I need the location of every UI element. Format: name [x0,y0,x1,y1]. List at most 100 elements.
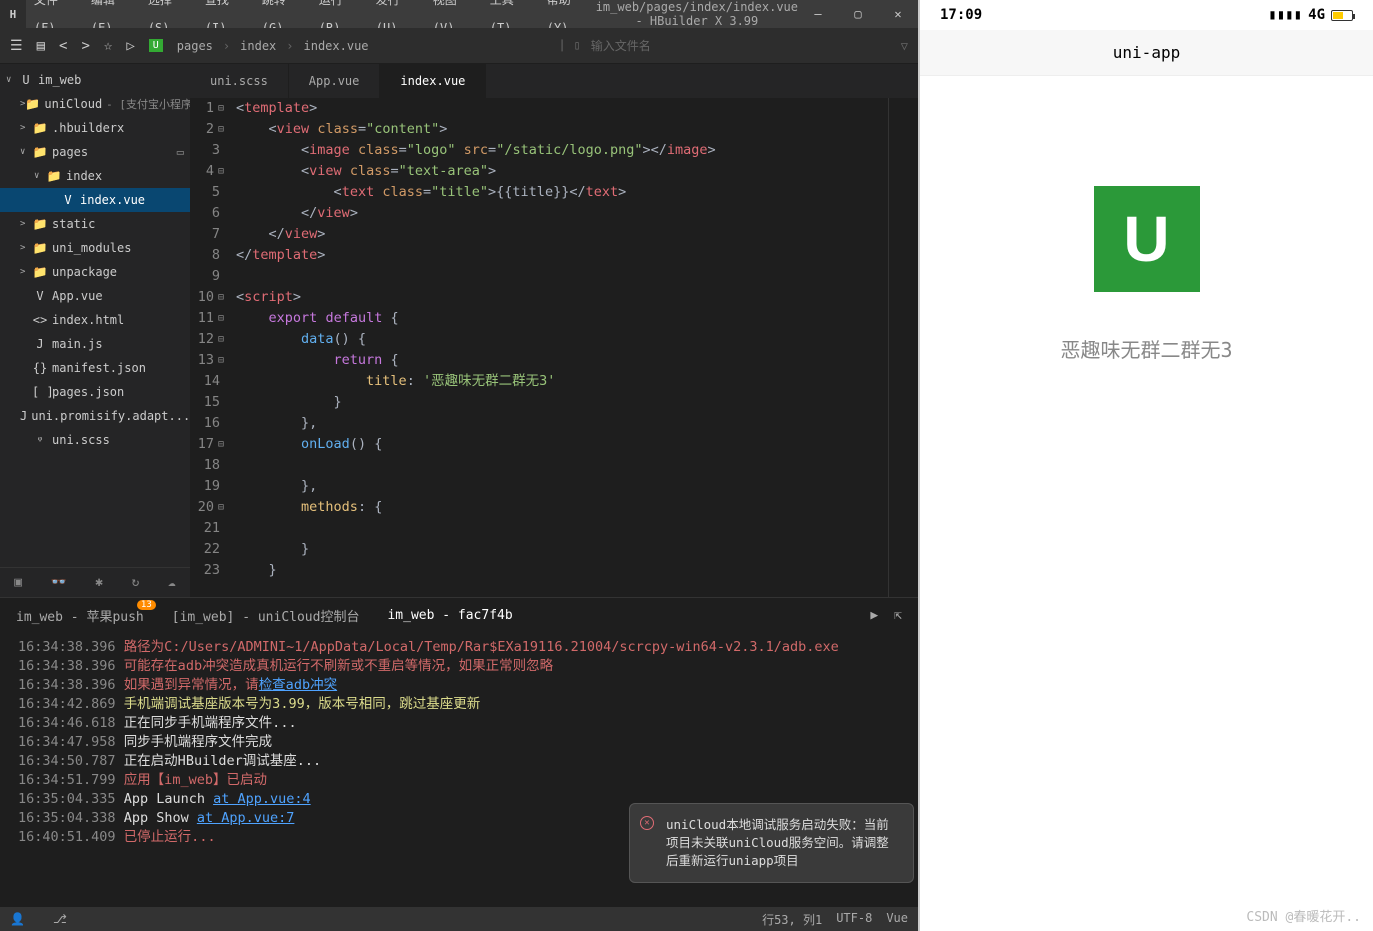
folder-open-icon: ▭ [177,145,184,159]
console-tab[interactable]: [im_web] - uniCloud控制台 [172,606,360,625]
console-tab[interactable]: im_web - 苹果push13 [16,606,144,625]
tree-label: App.vue [52,289,103,303]
cloud-icon[interactable]: ☁ [168,575,176,590]
tree-item[interactable]: VApp.vue [0,284,190,308]
play-icon[interactable]: ▶ [870,608,878,623]
breadcrumb-segment[interactable]: index [240,39,276,53]
tree-label: unpackage [52,265,117,279]
tree-label: pages.json [52,385,124,399]
tree-root-label: im_web [38,73,81,87]
filter-icon[interactable]: ▽ [901,39,908,53]
tree-item[interactable]: >📁unpackage [0,260,190,284]
log-line: 16:34:51.799 应用【im_web】已启动 [18,771,900,790]
tree-label: uni.promisify.adapt... [31,409,190,423]
file-tree: ∨ U im_web >📁uniCloud- [支付宝小程序>📁.hbuilde… [0,64,190,567]
tree-item[interactable]: >📁.hbuilderx [0,116,190,140]
console-tab[interactable]: im_web - fac7f4b [387,608,512,623]
log-link[interactable]: 检查adb冲突 [259,677,337,693]
tree-item[interactable]: [ ] pages.json [0,380,190,404]
phone-content: U 恶趣味无群二群无3 [920,76,1373,931]
tree-label: .hbuilderx [52,121,124,135]
breadcrumb: pages › index › index.vue [177,39,369,53]
tree-root[interactable]: ∨ U im_web [0,68,190,92]
tree-label: index.html [52,313,124,327]
tree-item[interactable]: Juni.promisify.adapt... [0,404,190,428]
sync-icon[interactable]: ↻ [132,575,140,590]
code-editor[interactable]: 1⊟2⊟3 4⊟5 6 7 8 9 10⊟11⊟12⊟13⊟14 15 16 1… [190,98,918,597]
close-icon[interactable]: ✕ [640,816,654,830]
glasses-icon[interactable]: 👓 [51,575,67,590]
tree-item[interactable]: <> index.html [0,308,190,332]
tree-item[interactable]: Vindex.vue [0,188,190,212]
logo-letter: U [1123,202,1169,276]
status-item[interactable]: UTF-8 [836,911,872,928]
editor-tab[interactable]: uni.scss [190,64,289,98]
breadcrumb-segment[interactable]: pages [177,39,213,53]
tree-label: index.vue [80,193,145,207]
statusbar: 👤 ⎇ 行53, 列1 UTF-8 Vue [0,907,918,931]
minimize-button[interactable]: — [798,0,838,28]
export-icon[interactable]: ⇱ [894,608,902,623]
editor-tab[interactable]: index.vue [380,64,486,98]
file-icon: 📁 [32,145,48,159]
run-icon[interactable]: ▷ [126,38,134,54]
log-link[interactable]: at App.vue:4 [213,791,311,807]
log-line: 16:34:38.396 如果遇到异常情况，请检查adb冲突 [18,676,900,695]
tree-label: pages [52,145,88,159]
tree-label: manifest.json [52,361,146,375]
maximize-button[interactable]: ▢ [838,0,878,28]
status-item[interactable]: Vue [886,911,908,928]
star-icon[interactable]: ☆ [104,38,112,54]
status-item[interactable]: 行53, 列1 [762,911,822,928]
project-icon: U [18,73,34,87]
terminal-icon[interactable]: ▣ [14,575,22,590]
tree-item[interactable]: >📁uni_modules [0,236,190,260]
log-link[interactable]: at App.vue:7 [197,810,295,826]
tree-item[interactable]: ∨📁index [0,164,190,188]
console: im_web - 苹果push13 [im_web] - uniCloud控制台 i… [0,597,918,907]
tree-label: uni_modules [52,241,131,255]
ide-window: H 文件(F)编辑(E)选择(S)查找(I)跳转(G)运行(R)发行(U)视图(… [0,0,918,931]
settings-icon[interactable]: ✱ [95,575,103,590]
new-file-icon[interactable]: ▤ [37,38,45,54]
tree-label: index [66,169,102,183]
tree-label: main.js [52,337,103,351]
sidebar-bottom: ▣ 👓 ✱ ↻ ☁ [0,567,190,597]
network-label: 4G [1308,7,1325,23]
file-icon: ᵠ [32,433,48,448]
toolbar: ☰ ▤ < > ☆ ▷ U pages › index › index.vue … [0,28,918,64]
file-icon: J [32,337,48,351]
forward-icon[interactable]: > [81,38,89,54]
sidebar: ∨ U im_web >📁uniCloud- [支付宝小程序>📁.hbuilde… [0,64,190,597]
phone-logo: U [1094,186,1200,292]
tree-item[interactable]: {}manifest.json [0,356,190,380]
badge: 13 [137,600,156,610]
status-git-icon[interactable]: ⎇ [53,912,67,926]
console-body[interactable]: 16:34:38.396 路径为C:/Users/ADMINI~1/AppDat… [0,632,918,907]
editor-tabs: uni.scssApp.vueindex.vue [190,64,918,98]
explorer-icon[interactable]: ☰ [10,38,23,54]
phone-navbar: uni-app [920,30,1373,76]
breadcrumb-sep: › [223,39,230,53]
file-icon: <> [32,313,48,327]
phone-navbar-title: uni-app [1113,43,1180,62]
phone-statusbar: 17:09 ▮▮▮▮ 4G [920,0,1373,30]
editor-tab[interactable]: App.vue [289,64,381,98]
code-content[interactable]: <template> <view class="content"> <image… [232,98,888,597]
battery-icon [1331,10,1353,21]
tree-item[interactable]: Jmain.js [0,332,190,356]
search-icon[interactable]: ⎸▯ [562,38,581,53]
search-placeholder[interactable]: 输入文件名 [591,37,651,54]
log-line: 16:34:50.787 正在启动HBuilder调试基座... [18,752,900,771]
back-icon[interactable]: < [59,38,67,54]
close-button[interactable]: ✕ [878,0,918,28]
file-icon: [ ] [32,385,48,399]
status-user-icon[interactable]: 👤 [10,912,25,926]
tree-item[interactable]: ∨📁pages▭ [0,140,190,164]
search-area: ⎸▯ 输入文件名 ▽ [562,37,908,54]
minimap[interactable] [888,98,918,597]
breadcrumb-segment[interactable]: index.vue [304,39,369,53]
tree-item[interactable]: >📁static [0,212,190,236]
tree-item[interactable]: ᵠuni.scss [0,428,190,452]
tree-item[interactable]: >📁uniCloud- [支付宝小程序 [0,92,190,116]
